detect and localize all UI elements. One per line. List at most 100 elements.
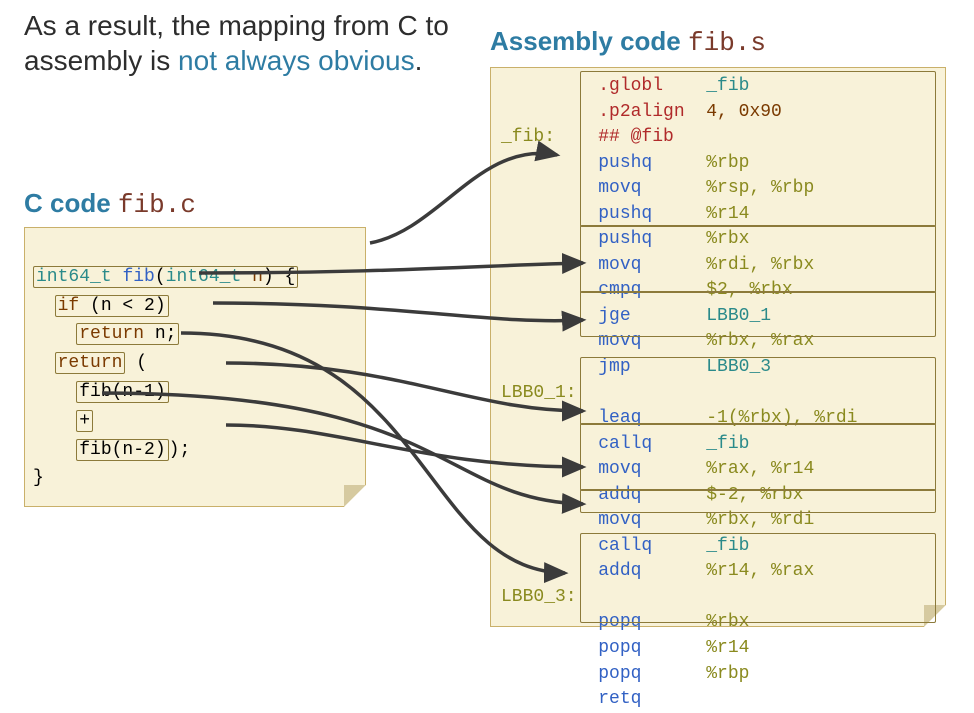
asm-label [501, 612, 598, 632]
asm-op [598, 383, 706, 403]
asm-label [501, 306, 598, 326]
c-call-fib-n-2: fib(n-2) [76, 439, 168, 461]
asm-line: addq %r14, %rax [501, 561, 814, 581]
asm-op: movq [598, 510, 706, 530]
asm-args: $-2, %rbx [706, 485, 803, 505]
asm-label [501, 536, 598, 556]
asm-args: %rbx, %rax [706, 331, 814, 351]
asm-args: _fib [706, 536, 749, 556]
asm-label [501, 485, 598, 505]
asm-op: popq [598, 612, 706, 632]
asm-line: addq $-2, %rbx [501, 485, 803, 505]
intro-highlight: not always obvious [178, 45, 415, 76]
asm-label [501, 357, 598, 377]
asm-line: movq %rax, %r14 [501, 459, 814, 479]
asm-line: pushq %rbx [501, 229, 749, 249]
asm-line: movq %rbx, %rax [501, 331, 814, 351]
asm-op: .p2align [598, 102, 706, 122]
asm-line: popq %rbp [501, 664, 749, 684]
asm-label: LBB0_1: [501, 383, 598, 403]
asm-line: pushq %r14 [501, 204, 749, 224]
asm-label [501, 102, 598, 122]
asm-op: popq [598, 664, 706, 684]
asm-args: %r14 [706, 204, 749, 224]
asm-line: popq %r14 [501, 638, 749, 658]
asm-label [501, 331, 598, 351]
asm-args: %rsp, %rbp [706, 178, 814, 198]
asm-args: %rdi, %rbx [706, 255, 814, 275]
asm-args: %rbx, %rdi [706, 510, 814, 530]
c-code-box: int64_t fib(int64_t n) { if (n < 2) retu… [24, 227, 366, 507]
asm-args: %r14 [706, 638, 749, 658]
intro-text: As a result, the mapping from C to assem… [24, 8, 484, 78]
asm-line: LBB0_1: [501, 383, 706, 403]
asm-line: popq %rbx [501, 612, 749, 632]
asm-label [501, 204, 598, 224]
asm-label: LBB0_3: [501, 587, 598, 607]
asm-label [501, 153, 598, 173]
c-plus: + [76, 410, 93, 432]
c-code-label: C code [24, 188, 111, 218]
c-if-cond: if (n < 2) [55, 295, 169, 317]
asm-label [501, 229, 598, 249]
asm-line: callq _fib [501, 434, 749, 454]
asm-line: jmp LBB0_3 [501, 357, 771, 377]
asm-line: movq %rbx, %rdi [501, 510, 814, 530]
asm-op: pushq [598, 204, 706, 224]
asm-code-box: .globl _fib .p2align 4, 0x90 _fib: ## @f… [490, 67, 946, 627]
asm-label [501, 255, 598, 275]
asm-op: pushq [598, 153, 706, 173]
asm-op: movq [598, 178, 706, 198]
asm-label [501, 510, 598, 530]
asm-args: $2, %rbx [706, 280, 792, 300]
page-fold-icon [924, 605, 946, 627]
c-return: return [55, 352, 126, 374]
c-call-fib-n-1: fib(n-1) [76, 381, 168, 403]
asm-op: jge [598, 306, 706, 326]
asm-line: leaq -1(%rbx), %rdi [501, 408, 857, 428]
asm-op: retq [598, 689, 706, 709]
asm-line: movq %rsp, %rbp [501, 178, 814, 198]
asm-line: retq [501, 689, 706, 709]
asm-label [501, 178, 598, 198]
asm-op: ## @fib [598, 127, 706, 147]
asm-line: _fib: ## @fib [501, 127, 706, 147]
asm-label [501, 689, 598, 709]
asm-label: _fib: [501, 127, 598, 147]
asm-label [501, 434, 598, 454]
asm-op: addq [598, 561, 706, 581]
c-return-n: return n; [76, 323, 179, 345]
asm-op: callq [598, 434, 706, 454]
asm-op: movq [598, 331, 706, 351]
asm-args: LBB0_3 [706, 357, 771, 377]
asm-line: jge LBB0_1 [501, 306, 771, 326]
asm-args: %rax, %r14 [706, 459, 814, 479]
asm-line: callq _fib [501, 536, 749, 556]
asm-args: %r14, %rax [706, 561, 814, 581]
asm-op: pushq [598, 229, 706, 249]
asm-op: addq [598, 485, 706, 505]
asm-args: %rbp [706, 664, 749, 684]
asm-line: movq %rdi, %rbx [501, 255, 814, 275]
asm-line: cmpq $2, %rbx [501, 280, 793, 300]
asm-label [501, 408, 598, 428]
asm-args: 4, 0x90 [706, 102, 782, 122]
page-fold-icon [344, 485, 366, 507]
asm-line: .p2align 4, 0x90 [501, 102, 782, 122]
asm-op: cmpq [598, 280, 706, 300]
asm-op: jmp [598, 357, 706, 377]
asm-label [501, 664, 598, 684]
asm-line: pushq %rbp [501, 153, 749, 173]
asm-op [598, 587, 706, 607]
asm-label [501, 638, 598, 658]
asm-code-filename: fib.s [688, 28, 766, 58]
asm-code-title: Assembly code fib.s [490, 26, 766, 58]
asm-args: LBB0_1 [706, 306, 771, 326]
asm-line: LBB0_3: [501, 587, 706, 607]
asm-args: %rbx [706, 229, 749, 249]
c-code-filename: fib.c [118, 190, 196, 220]
c-signature: int64_t fib(int64_t n) { [33, 266, 298, 288]
asm-line: .globl _fib [501, 76, 749, 96]
asm-op: movq [598, 255, 706, 275]
c-code-title: C code fib.c [24, 188, 196, 220]
